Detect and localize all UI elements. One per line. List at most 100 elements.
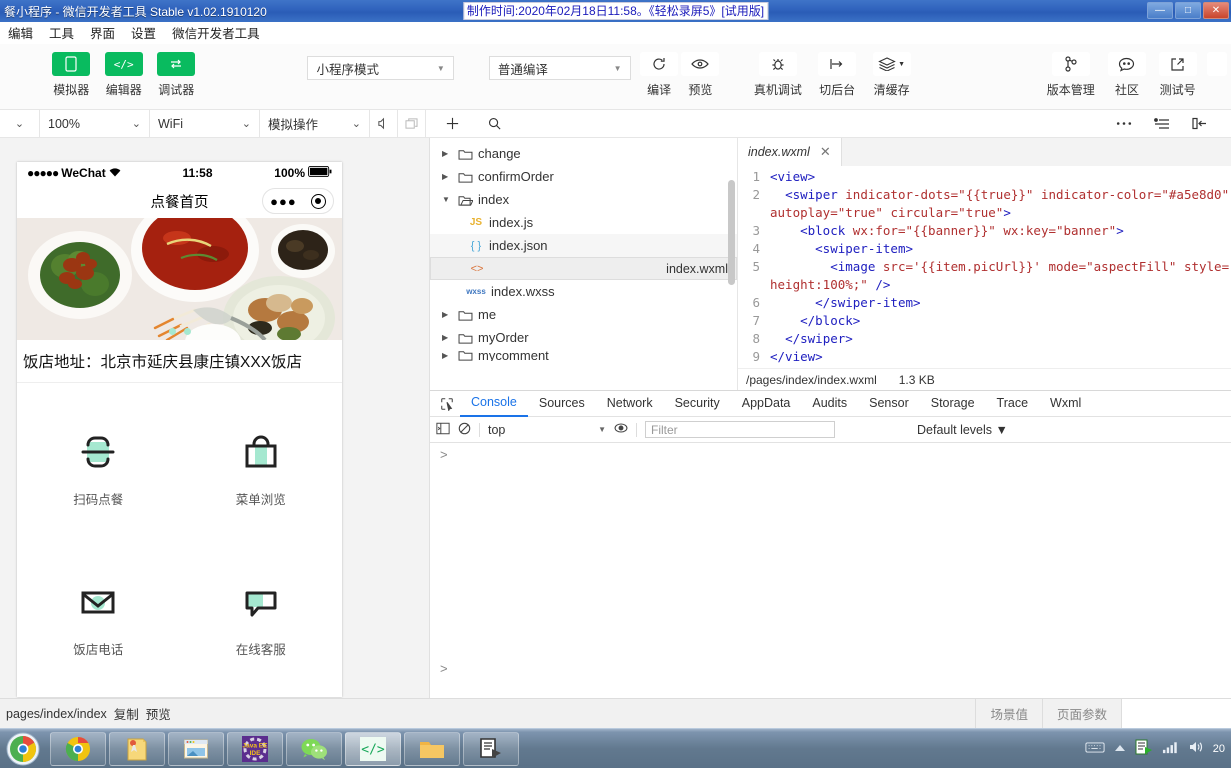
chevron-right-icon[interactable]: ▶ <box>442 149 452 158</box>
console-output[interactable]: > > <box>430 443 1231 698</box>
windows-start-icon[interactable] <box>2 730 44 768</box>
tab-trace[interactable]: Trace <box>986 391 1040 416</box>
preview-page-button[interactable]: 预览 <box>146 704 171 723</box>
chevron-right-icon[interactable]: ▶ <box>442 310 452 319</box>
maximize-button[interactable]: □ <box>1175 2 1201 19</box>
screen-recorder-taskbar-icon[interactable] <box>463 731 519 766</box>
tree-item-me[interactable]: ▶ me <box>430 303 737 326</box>
live-expression-icon[interactable] <box>614 422 628 437</box>
toolbar-editor-button[interactable]: </> 编辑器 <box>97 44 149 98</box>
device-select[interactable]: ⌄ <box>0 110 40 137</box>
banner-swiper[interactable] <box>17 218 342 340</box>
simulate-action-select[interactable]: 模拟操作 ⌄ <box>260 110 370 137</box>
window-icon[interactable] <box>398 110 426 137</box>
console-context-select[interactable]: top ▼ <box>488 423 606 437</box>
tree-item-confirmorder[interactable]: ▶ confirmOrder <box>430 165 737 188</box>
toolbar-clear-cache-button[interactable]: ▼ 清缓存 <box>865 44 917 98</box>
menu-item-interface[interactable]: 界面 <box>90 23 115 42</box>
taskbar-clock[interactable]: 20 <box>1213 743 1225 755</box>
wechat-capsule[interactable]: ●●● <box>262 188 334 214</box>
tab-security[interactable]: Security <box>664 391 731 416</box>
minimize-button[interactable]: — <box>1147 2 1173 19</box>
more-icon[interactable]: ●●● <box>270 194 297 209</box>
tab-sources[interactable]: Sources <box>528 391 596 416</box>
file-tree-scrollbar[interactable] <box>728 180 735 285</box>
more-icon[interactable] <box>1105 110 1143 137</box>
toolbar-real-device-debug-button[interactable]: 真机调试 <box>747 44 809 98</box>
wechat-devtools-taskbar-icon[interactable]: </> <box>345 731 401 766</box>
network-signal-icon[interactable] <box>1162 740 1179 757</box>
scene-value-button[interactable]: 场景值 <box>975 699 1042 728</box>
tab-storage[interactable]: Storage <box>920 391 986 416</box>
chevron-right-icon[interactable]: ▶ <box>442 351 452 360</box>
menu-item-settings[interactable]: 设置 <box>131 23 156 42</box>
menu-item-wechat-devtools[interactable]: 微信开发者工具 <box>172 23 260 42</box>
chevron-right-icon[interactable]: ▶ <box>442 172 452 181</box>
toolbar-debugger-button[interactable]: 调试器 <box>150 44 202 98</box>
zoom-select[interactable]: 100% ⌄ <box>40 110 150 137</box>
toolbar-simulator-button[interactable]: 模拟器 <box>45 44 97 98</box>
tab-network[interactable]: Network <box>596 391 664 416</box>
outline-icon[interactable] <box>1143 110 1181 137</box>
tree-item-index-json[interactable]: { } index.json <box>430 234 737 257</box>
notepad-taskbar-icon[interactable] <box>109 731 165 766</box>
tree-item-index-wxss[interactable]: wxss index.wxss <box>430 280 737 303</box>
tree-item-myorder[interactable]: ▶ myOrder <box>430 326 737 349</box>
toolbar-preview-button[interactable]: 预览 <box>680 44 721 98</box>
toolbar-community-button[interactable]: 社区 <box>1102 44 1153 98</box>
network-select[interactable]: WiFi ⌄ <box>150 110 260 137</box>
explorer-taskbar-icon[interactable] <box>168 731 224 766</box>
collapse-panel-icon[interactable] <box>1181 110 1219 137</box>
close-icon[interactable]: ✕ <box>820 144 831 160</box>
mode-select[interactable]: 小程序模式 ▼ <box>307 56 454 80</box>
menu-item-scan-order[interactable]: 扫码点餐 <box>17 393 180 543</box>
console-levels-select[interactable]: Default levels ▼ <box>917 423 1008 437</box>
menu-item-browse-menu[interactable]: 菜单浏览 <box>180 393 343 543</box>
speaker-icon[interactable] <box>370 110 398 137</box>
console-prompt[interactable]: > <box>440 661 448 676</box>
tab-wxml[interactable]: Wxml <box>1039 391 1092 416</box>
toolbar-version-manage-button[interactable]: 版本管理 <box>1040 44 1102 98</box>
copy-path-button[interactable]: 复制 <box>114 704 139 723</box>
tab-index-wxml[interactable]: index.wxml ✕ <box>738 138 842 166</box>
chrome-taskbar-icon[interactable] <box>50 731 106 766</box>
console-sidebar-icon[interactable] <box>436 422 450 438</box>
search-icon[interactable] <box>474 110 514 137</box>
wechat-taskbar-icon[interactable] <box>286 731 342 766</box>
chevron-right-icon[interactable]: ▶ <box>442 333 452 342</box>
page-params-button[interactable]: 页面参数 <box>1041 699 1121 728</box>
menu-item-tools[interactable]: 工具 <box>49 23 74 42</box>
swiper-indicator-dots[interactable] <box>17 328 342 335</box>
toolbar-background-button[interactable]: 切后台 <box>811 44 863 98</box>
menu-item-online-support[interactable]: 在线客服 <box>180 543 343 693</box>
tab-sensor[interactable]: Sensor <box>858 391 920 416</box>
tree-item-change[interactable]: ▶ change <box>430 142 737 165</box>
volume-icon[interactable] <box>1188 740 1204 757</box>
menu-item-edit[interactable]: 编辑 <box>8 23 33 42</box>
toolbar-compile-button[interactable]: 编译 <box>639 44 680 98</box>
tree-item-index-js[interactable]: JS index.js <box>430 211 737 234</box>
clear-console-icon[interactable] <box>458 422 471 438</box>
console-filter-input[interactable]: Filter <box>645 421 835 438</box>
code-text-area[interactable]: 1 <view> 2 <swiper indicator-dots="{{true… <box>738 166 1231 368</box>
compile-select[interactable]: 普通编译 ▼ <box>488 56 631 80</box>
swiper-dot[interactable] <box>168 328 176 335</box>
keyboard-icon[interactable] <box>1085 741 1105 757</box>
chevron-down-icon[interactable]: ▼ <box>442 195 452 204</box>
show-hidden-icons[interactable] <box>1114 742 1126 756</box>
add-file-button[interactable] <box>430 110 474 137</box>
target-icon[interactable] <box>310 193 326 209</box>
menu-item-restaurant-phone[interactable]: 饭店电话 <box>17 543 180 693</box>
recorder-tray-icon[interactable] <box>1135 739 1153 758</box>
folder-taskbar-icon[interactable] <box>404 731 460 766</box>
tab-audits[interactable]: Audits <box>801 391 858 416</box>
toolbar-overflow-button[interactable] <box>1203 44 1231 76</box>
tab-console[interactable]: Console <box>460 390 528 417</box>
tree-item-index-wxml[interactable]: <> index.wxml <box>430 257 737 280</box>
tree-item-mycomment[interactable]: ▶ mycomment <box>430 349 737 361</box>
toolbar-test-account-button[interactable]: 测试号 <box>1152 44 1203 98</box>
inspect-element-icon[interactable] <box>434 397 460 411</box>
javaee-ide-taskbar-icon[interactable]: Java EE IDE <box>227 731 283 766</box>
tab-appdata[interactable]: AppData <box>731 391 802 416</box>
tree-item-index-folder[interactable]: ▼ index <box>430 188 737 211</box>
